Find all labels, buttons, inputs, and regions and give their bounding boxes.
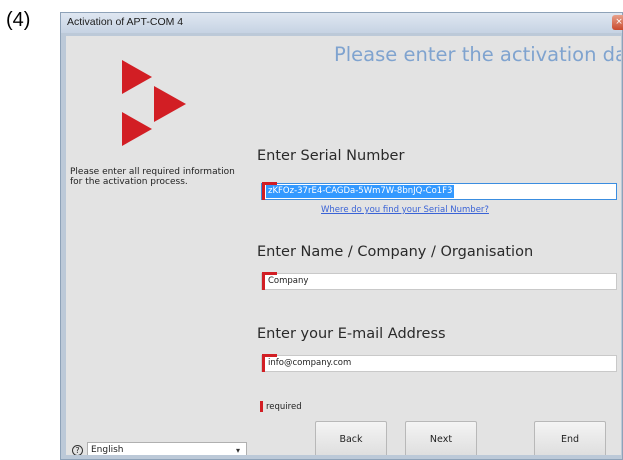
serial-help-link[interactable]: Where do you find your Serial Number? <box>321 205 489 215</box>
email-label: Enter your E-mail Address <box>257 326 446 342</box>
info-text: Please enter all required information fo… <box>70 167 235 187</box>
logo-triangle-bottom <box>122 112 152 146</box>
step-label: (4) <box>6 9 31 31</box>
serial-number-field[interactable]: zKFOz-37rE4-CAGDa-5Wm7W-8bnJQ-Co1F3 <box>261 182 617 200</box>
required-marker-top <box>262 354 277 357</box>
page-title: Please enter the activation data <box>334 43 621 66</box>
chevron-down-icon[interactable]: ▾ <box>230 443 246 455</box>
close-icon[interactable]: × <box>612 15 623 30</box>
back-button[interactable]: Back <box>315 421 387 455</box>
title-bar: Activation of APT-COM 4 × <box>61 13 623 33</box>
email-value: info@company.com <box>268 358 352 368</box>
name-company-label: Enter Name / Company / Organisation <box>257 244 534 260</box>
serial-number-value: zKFOz-37rE4-CAGDa-5Wm7W-8bnJQ-Co1F3 <box>266 185 455 198</box>
activation-window: Activation of APT-COM 4 × Please enter t… <box>60 12 623 460</box>
name-company-value: Company <box>268 276 309 286</box>
required-marker-top <box>262 272 277 275</box>
end-button[interactable]: End <box>534 421 606 455</box>
email-field[interactable]: info@company.com <box>261 354 617 372</box>
name-company-field[interactable]: Company <box>261 272 617 290</box>
red-triangles-logo <box>122 60 186 146</box>
required-legend-marker <box>260 401 263 412</box>
next-button[interactable]: Next <box>405 421 477 455</box>
help-icon[interactable]: ? <box>72 445 83 455</box>
serial-number-label: Enter Serial Number <box>257 148 405 164</box>
logo-triangle-top <box>122 60 152 94</box>
language-value: English <box>91 445 124 455</box>
window-title: Activation of APT-COM 4 <box>67 16 184 28</box>
language-select[interactable]: English ▾ <box>87 442 247 455</box>
dialog-client: Please enter the activation data Please … <box>66 36 621 455</box>
logo-triangle-middle <box>154 86 186 122</box>
required-legend-text: required <box>266 402 302 412</box>
